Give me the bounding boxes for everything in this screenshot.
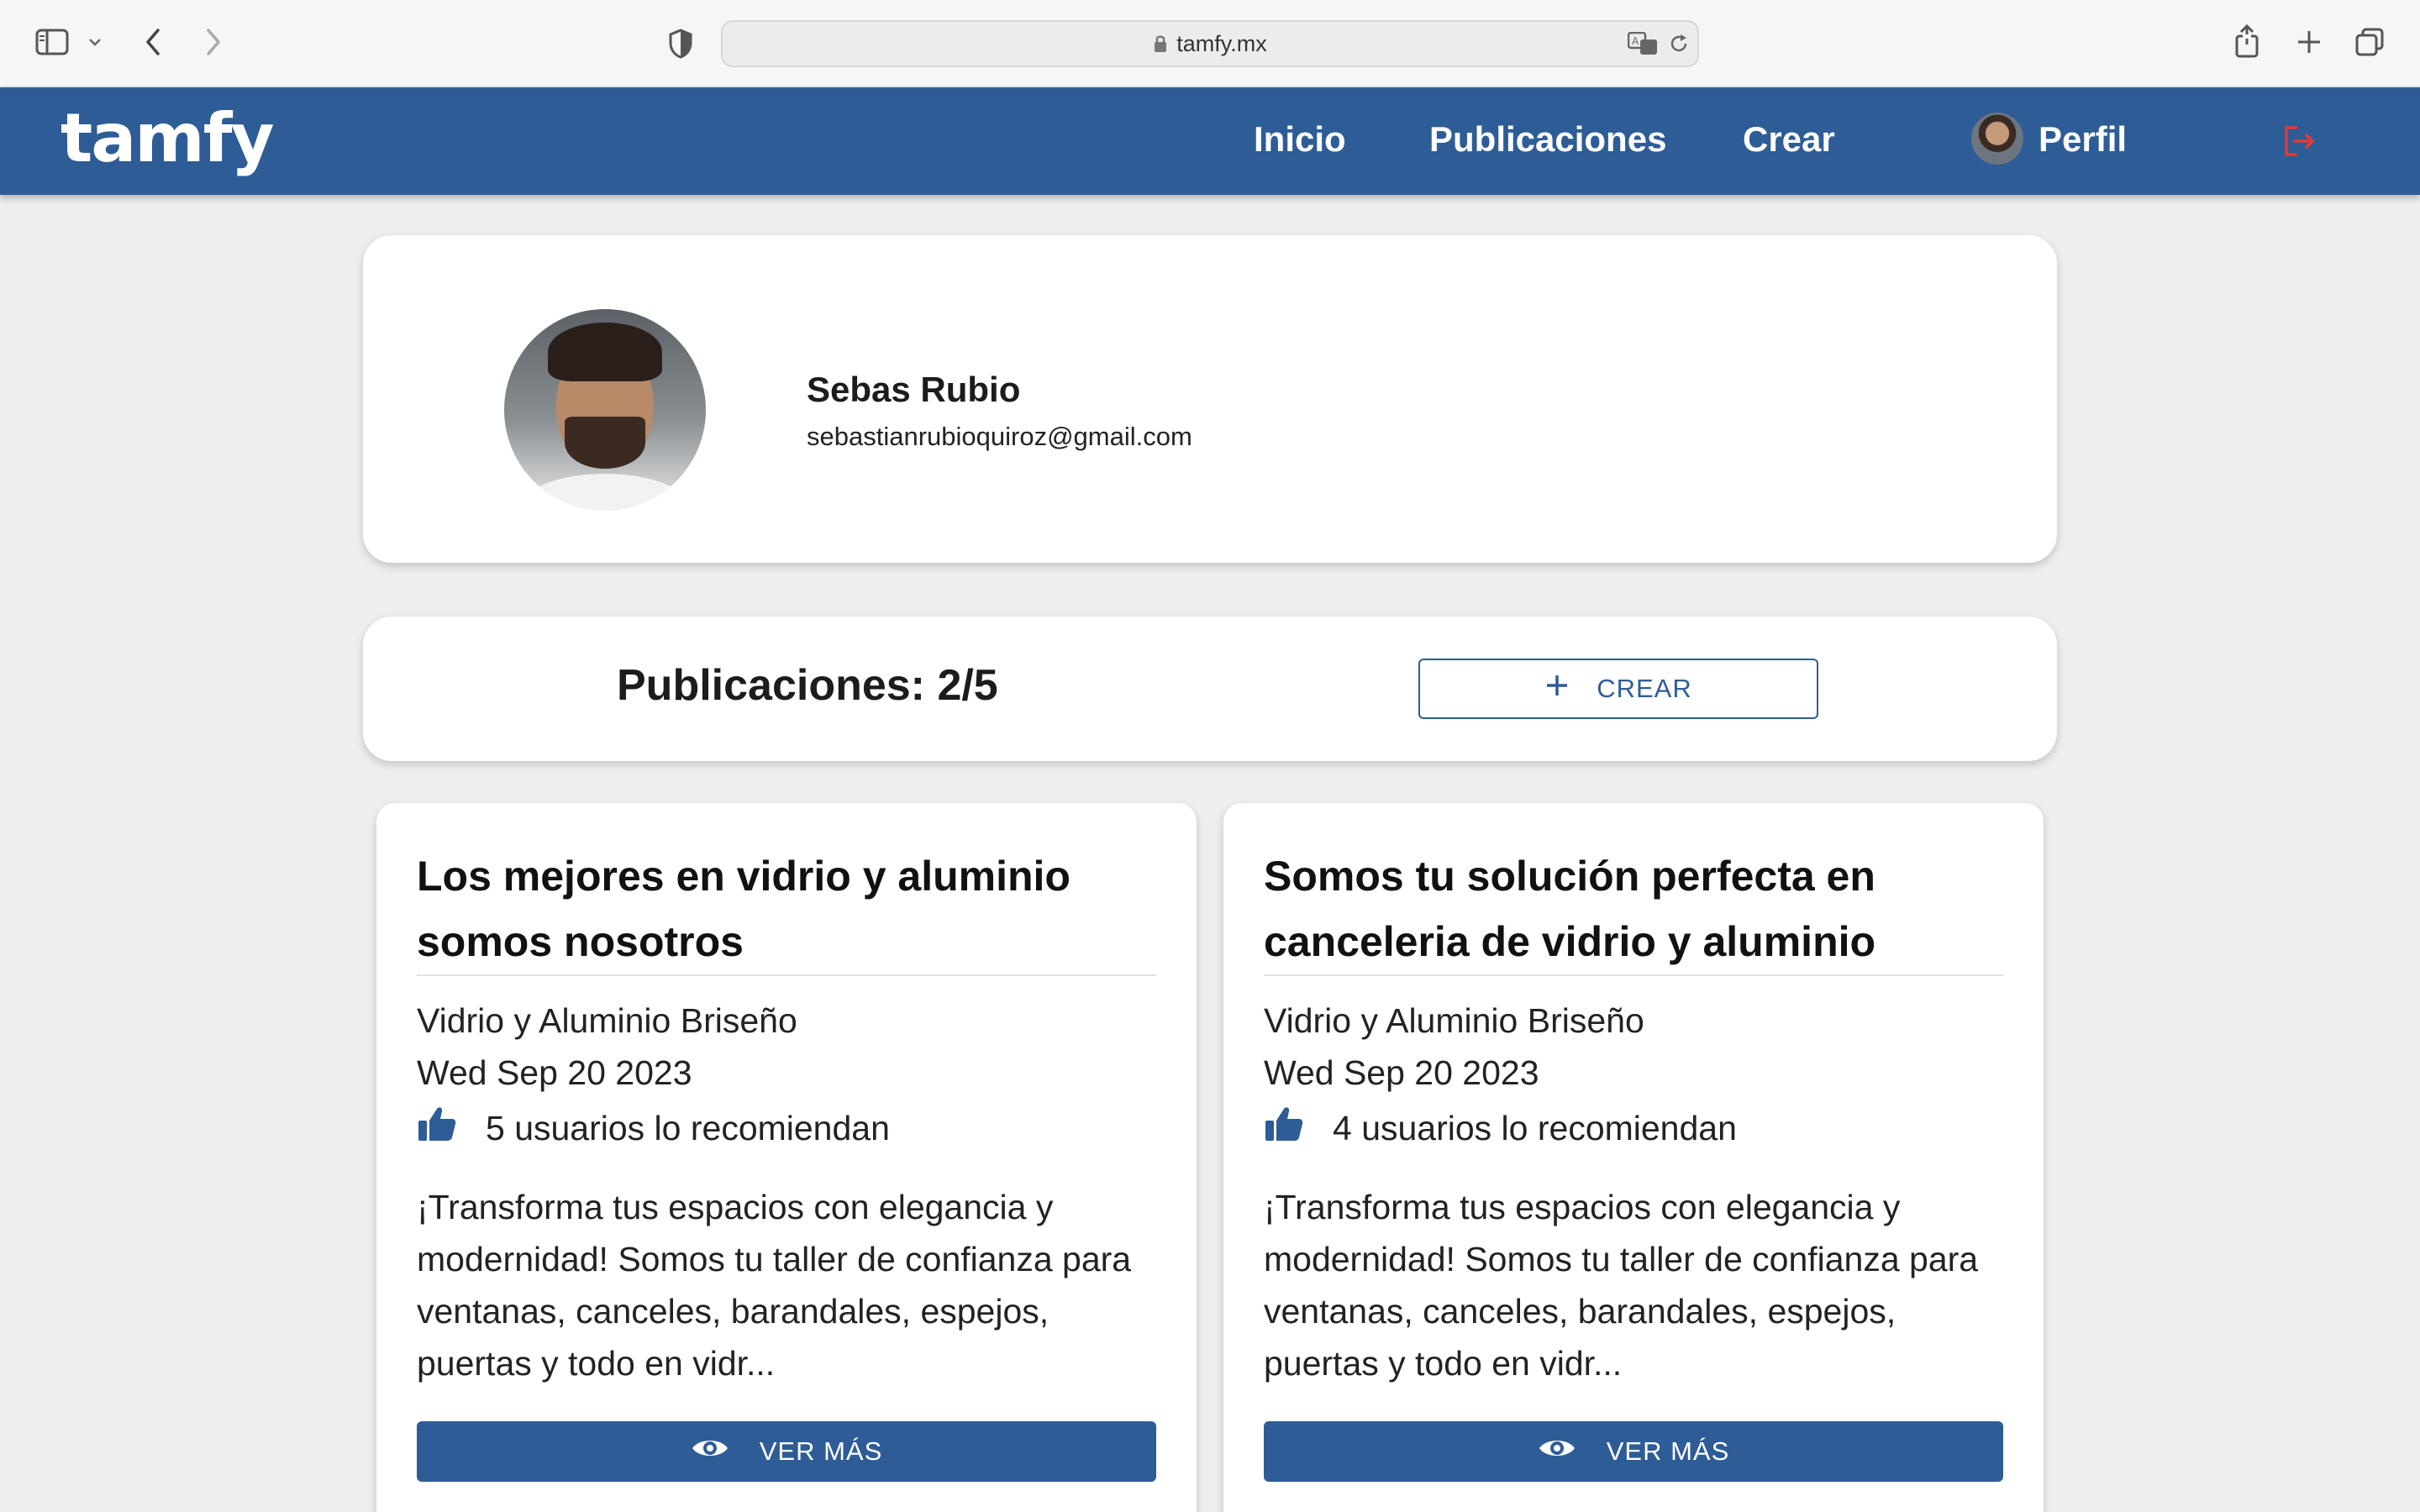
url-text: tamfy.mx [1176, 30, 1267, 56]
post-recommendations-text: 5 usuarios lo recomiendan [486, 1108, 890, 1147]
back-icon[interactable] [138, 24, 168, 60]
eye-icon [1538, 1436, 1576, 1467]
nav-inicio[interactable]: Inicio [1254, 119, 1346, 160]
thumbs-up-icon [417, 1105, 457, 1151]
ver-mas-label: VER MÁS [1606, 1436, 1730, 1466]
svg-text:A: A [1632, 35, 1639, 47]
profile-name: Sebas Rubio [807, 370, 1021, 409]
translate-icon[interactable]: A [1627, 30, 1660, 57]
post-date: Wed Sep 20 2023 [417, 1053, 692, 1092]
tamfy-logo[interactable]: tamfy [60, 99, 275, 177]
new-tab-icon[interactable] [2292, 25, 2326, 59]
nav-publicaciones[interactable]: Publicaciones [1429, 119, 1666, 160]
thumbs-up-icon [1264, 1105, 1304, 1151]
post-description: ¡Transforma tus espacios con elegancia y… [417, 1188, 1132, 1383]
browser-toolbar: tamfy.mx A [0, 0, 2420, 87]
post-date: Wed Sep 20 2023 [1264, 1053, 1539, 1092]
publications-count: Publicaciones: 2/5 [617, 661, 998, 710]
chevron-down-icon[interactable] [86, 34, 104, 50]
post-recommendations: 4 usuarios lo recomiendan [1264, 1105, 1737, 1151]
ver-mas-label: VER MÁS [759, 1436, 883, 1466]
nav-crear[interactable]: Crear [1743, 119, 1835, 160]
post-card: Somos tu solución perfecta en canceleria… [1223, 803, 2044, 1512]
post-recommendations: 5 usuarios lo recomiendan [417, 1105, 890, 1151]
plus-icon [1544, 673, 1570, 705]
share-icon[interactable] [2232, 22, 2262, 60]
post-title: Los mejores en vidrio y aluminio somos n… [417, 853, 1071, 965]
profile-email: sebastianrubioquiroz@gmail.com [807, 422, 1192, 451]
forward-icon[interactable] [198, 24, 229, 60]
nav-perfil[interactable]: Perfil [2039, 119, 2127, 160]
post-description: ¡Transforma tus espacios con elegancia y… [1264, 1188, 1979, 1383]
logout-icon[interactable] [2282, 124, 2317, 162]
avatar[interactable] [1971, 113, 2023, 165]
post-card: Los mejores en vidrio y aluminio somos n… [376, 803, 1197, 1512]
post-title: Somos tu solución perfecta en canceleria… [1264, 853, 1876, 965]
post-author: Vidrio y Aluminio Briseño [417, 1001, 797, 1040]
profile-avatar [504, 309, 706, 511]
post-author: Vidrio y Aluminio Briseño [1264, 1001, 1644, 1040]
address-bar[interactable]: tamfy.mx A [721, 20, 1699, 67]
divider [417, 974, 1156, 976]
profile-card: Sebas Rubio sebastianrubioquiroz@gmail.c… [363, 235, 2057, 563]
eye-icon [691, 1436, 729, 1467]
create-button[interactable]: CREAR [1418, 659, 1818, 719]
create-button-label: CREAR [1597, 674, 1692, 703]
sidebar-icon[interactable] [34, 27, 71, 57]
publications-bar: Publicaciones: 2/5 CREAR [363, 617, 2057, 761]
ver-mas-button[interactable]: VER MÁS [417, 1421, 1156, 1482]
tabs-overview-icon[interactable] [2353, 25, 2386, 59]
shield-icon[interactable] [666, 27, 696, 60]
divider [1264, 974, 2003, 976]
post-recommendations-text: 4 usuarios lo recomiendan [1333, 1108, 1737, 1147]
lock-icon [1153, 34, 1168, 54]
reload-icon[interactable] [1665, 30, 1692, 57]
ver-mas-button[interactable]: VER MÁS [1264, 1421, 2003, 1482]
app-header: tamfy Inicio Publicaciones Crear Perfil [0, 87, 2420, 195]
